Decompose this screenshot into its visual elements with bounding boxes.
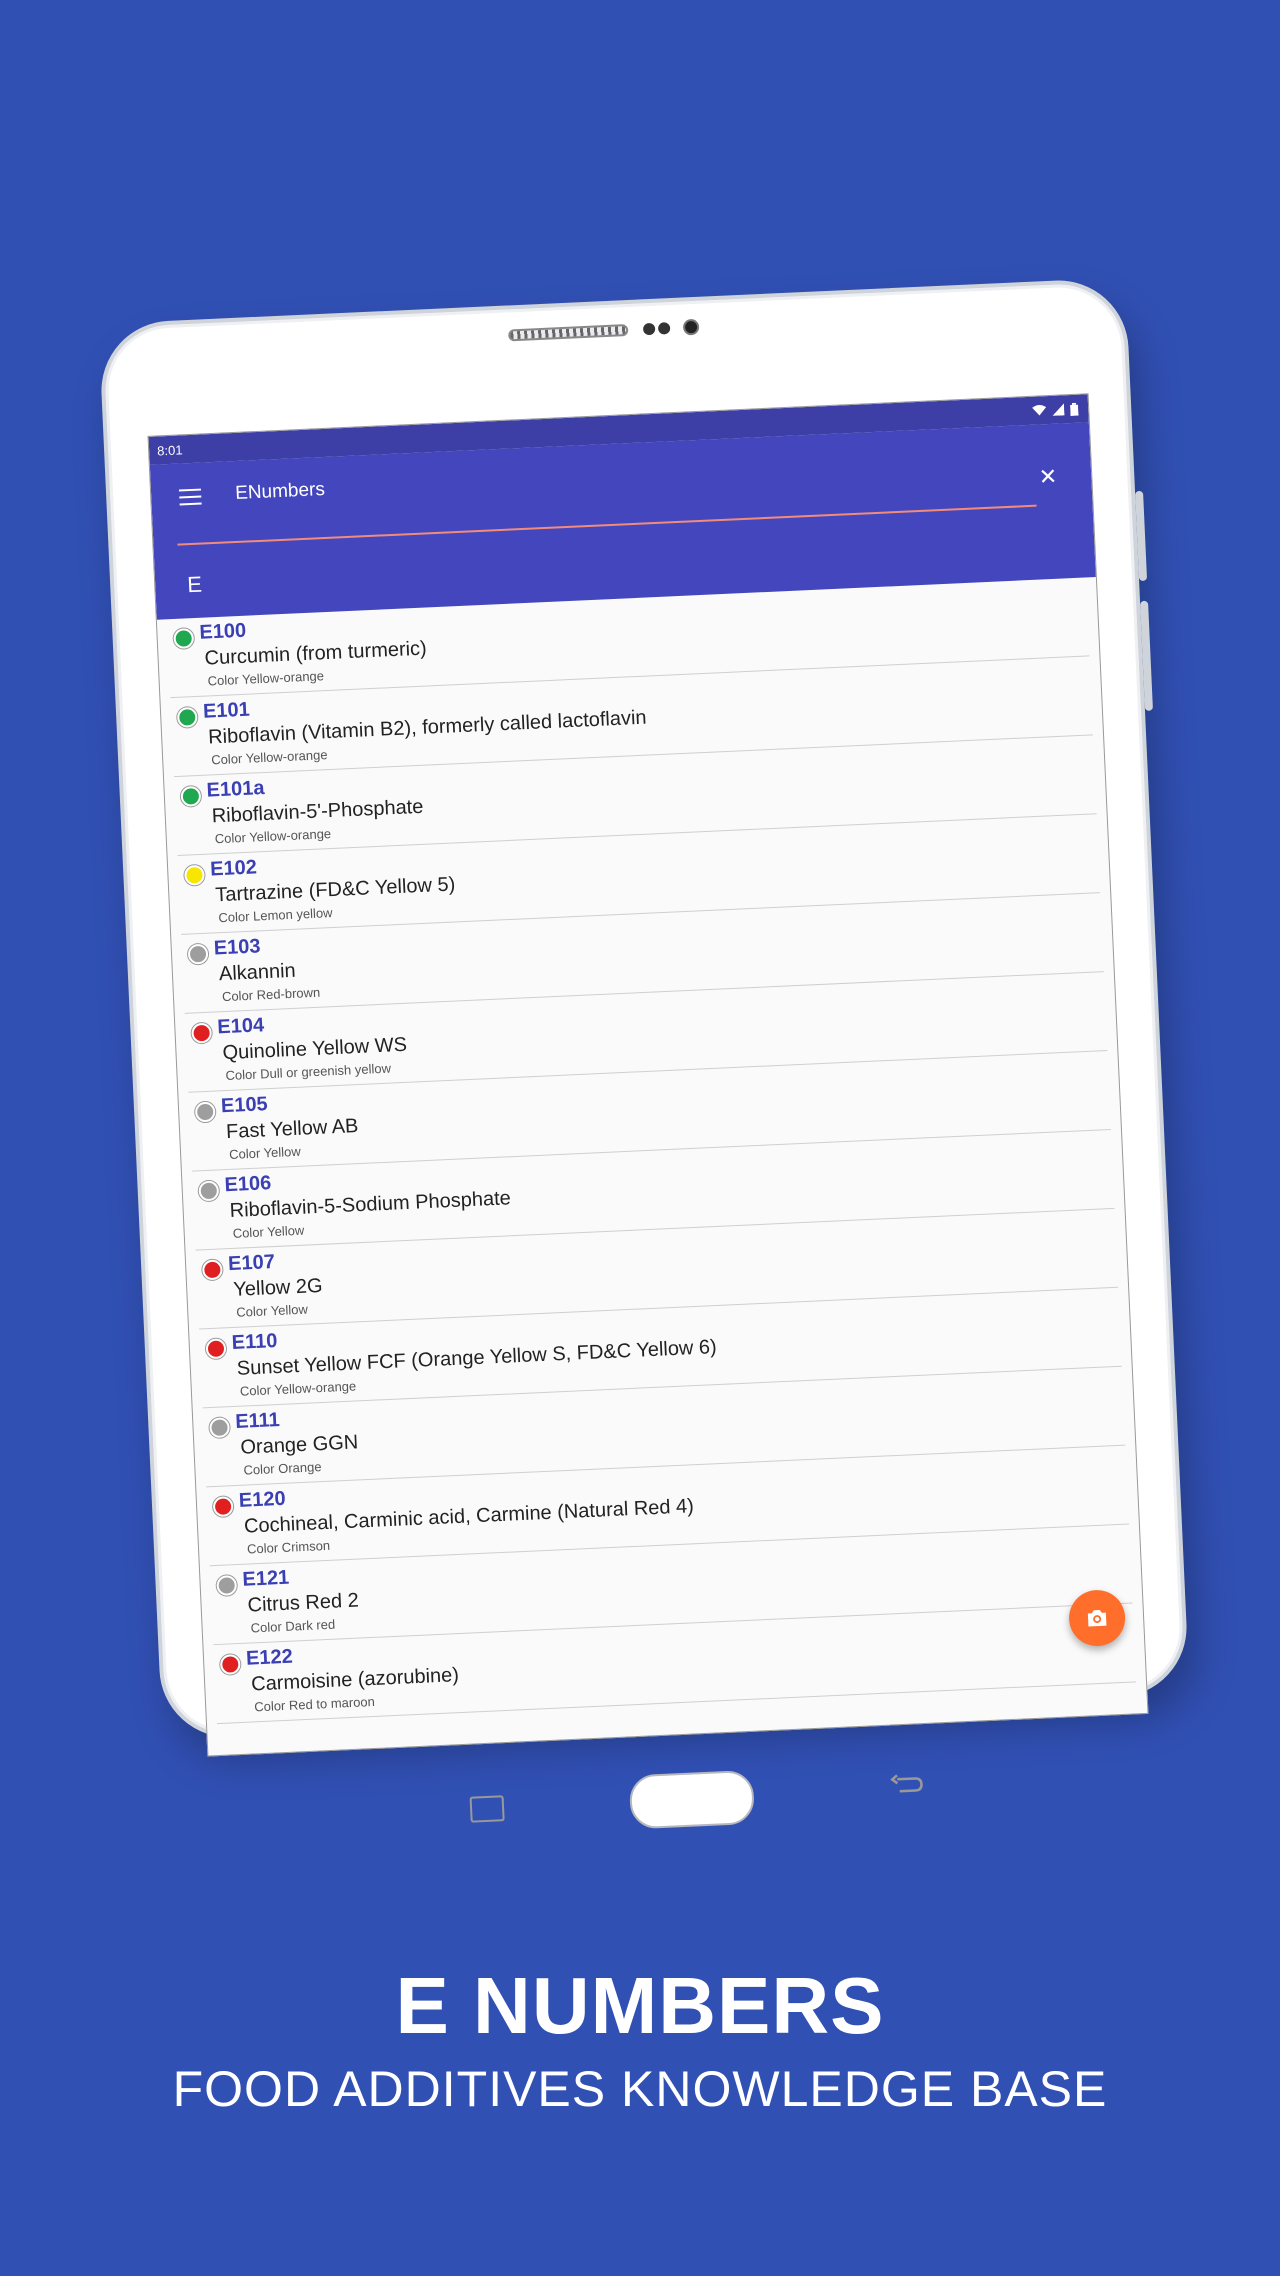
- additive-color-desc: Color Red-brown: [221, 984, 321, 1005]
- camera-icon: [1087, 1609, 1107, 1627]
- additive-code: E100: [198, 619, 247, 644]
- hamburger-menu-icon[interactable]: [178, 488, 202, 506]
- additive-code: E111: [234, 1408, 281, 1433]
- additive-code: E102: [209, 856, 258, 881]
- additive-color-desc: Color Crimson: [246, 1537, 331, 1557]
- additive-code: E110: [231, 1329, 278, 1355]
- additive-code: E107: [227, 1251, 276, 1276]
- status-dot-icon: [205, 1338, 227, 1360]
- status-dot-icon: [180, 785, 202, 807]
- additive-code: E104: [216, 1014, 265, 1039]
- additive-color-desc: Color Yellow: [235, 1301, 309, 1320]
- back-icon[interactable]: [889, 1772, 924, 1798]
- status-dot-icon: [173, 628, 195, 649]
- additive-list: E100 Curcumin (from turmeric) Color Yellow…: [157, 577, 1146, 1725]
- additive-color-desc: Color Yellow: [228, 1143, 301, 1162]
- additive-name: Citrus Red 2: [247, 1589, 360, 1617]
- additive-code: E103: [213, 935, 261, 960]
- sensor-dot: [657, 322, 671, 335]
- status-dot-icon: [219, 1653, 241, 1675]
- additive-name: Yellow 2G: [232, 1274, 324, 1301]
- status-dot-icon: [198, 1180, 220, 1202]
- status-icons: [1032, 402, 1079, 417]
- status-dot-icon: [216, 1575, 238, 1596]
- additive-color-desc: Color Yellow-orange: [207, 668, 325, 689]
- status-dot-icon: [212, 1496, 234, 1518]
- additive-color-desc: Color Red to maroon: [253, 1693, 376, 1715]
- status-time: 8:01: [156, 441, 183, 459]
- additive-name: Alkannin: [218, 959, 297, 986]
- status-dot-icon: [201, 1259, 223, 1281]
- promo-subline: FOOD ADDITIVES KNOWLEDGE BASE: [172, 2061, 1108, 2117]
- additive-color-desc: Color Orange: [243, 1459, 322, 1478]
- additive-code: E120: [238, 1487, 287, 1512]
- status-dot-icon: [191, 1022, 213, 1044]
- search-underline: [177, 504, 1037, 546]
- signal-icon: [1052, 403, 1065, 416]
- additive-code: E122: [245, 1645, 294, 1670]
- status-dot-icon: [194, 1101, 216, 1123]
- close-icon[interactable]: ✕: [1038, 464, 1058, 491]
- status-dot-icon: [209, 1417, 230, 1439]
- front-camera: [682, 318, 700, 336]
- additive-color-desc: Color Yellow-orange: [214, 826, 332, 847]
- additive-name: Riboflavin (Vitamin B2), formerly called…: [207, 706, 647, 749]
- additive-name: Sunset Yellow FCF (Orange Yellow S, FD&C…: [236, 1336, 718, 1380]
- additive-name: Fast Yellow AB: [225, 1115, 359, 1144]
- status-dot-icon: [176, 706, 198, 728]
- additive-color-desc: Color Lemon yellow: [218, 905, 333, 926]
- additive-name: Orange GGN: [239, 1431, 359, 1459]
- app-title: ENumbers: [234, 478, 326, 505]
- additive-code: E106: [224, 1172, 272, 1197]
- additive-color-desc: Color Yellow-orange: [239, 1378, 357, 1399]
- additive-color-desc: Color Yellow: [232, 1222, 305, 1241]
- search-input[interactable]: [184, 543, 790, 600]
- additive-color-desc: Color Dark red: [250, 1616, 336, 1636]
- additive-code: E101a: [206, 777, 265, 802]
- additive-code: E101: [202, 698, 251, 723]
- sensor-dot: [642, 322, 656, 336]
- additive-code: E105: [220, 1093, 269, 1118]
- power-button: [1140, 600, 1153, 711]
- recent-apps-icon[interactable]: [469, 1795, 505, 1823]
- volume-button: [1135, 490, 1148, 582]
- home-button[interactable]: [628, 1769, 756, 1830]
- tablet-device: 8:01 ENumbers ✕ E100Curcumin (from turme…: [98, 277, 1190, 1830]
- battery-icon: [1070, 402, 1079, 416]
- status-dot-icon: [187, 943, 209, 965]
- status-dot-icon: [184, 864, 205, 886]
- additive-color-desc: Color Yellow-orange: [210, 747, 328, 768]
- speaker-grille: [508, 324, 629, 342]
- promo-headline: E NUMBERS: [395, 1961, 885, 2050]
- additive-code: E121: [241, 1566, 290, 1591]
- screen: 8:01 ENumbers ✕ E100Curcumin (from turme…: [147, 393, 1149, 1757]
- wifi-icon: [1032, 404, 1047, 416]
- additive-name: Cochineal, Carminic acid, Carmine (Natur…: [243, 1495, 695, 1538]
